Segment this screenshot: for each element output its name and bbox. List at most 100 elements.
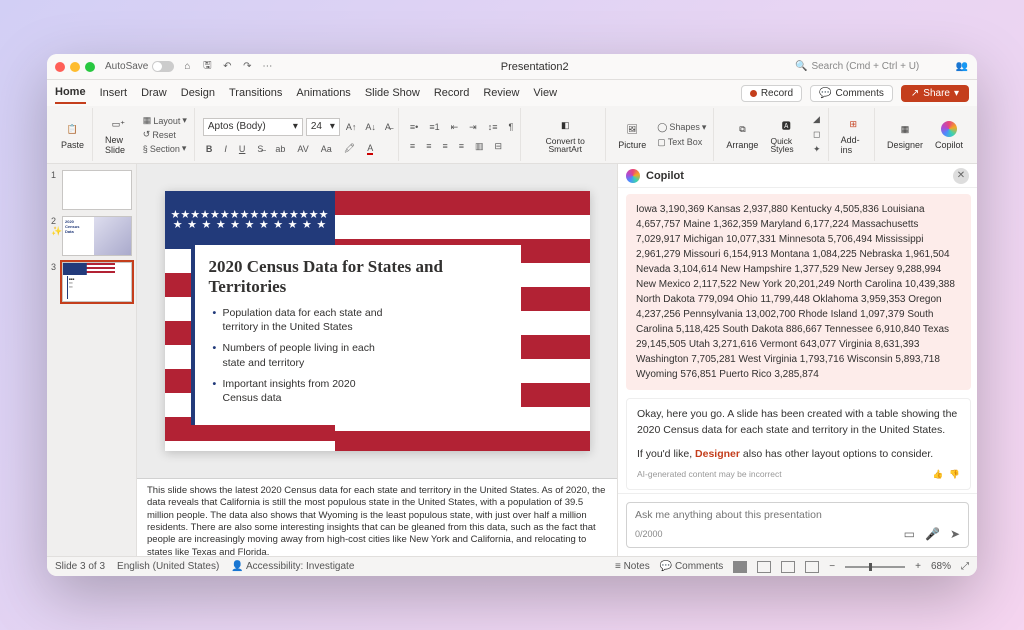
- speaker-notes[interactable]: This slide shows the latest 2020 Census …: [137, 478, 617, 556]
- font-size-select[interactable]: 24▾: [306, 118, 340, 136]
- slideshow-view-icon[interactable]: [805, 561, 819, 573]
- highlight-icon[interactable]: 🖍: [341, 142, 358, 155]
- picture-button[interactable]: 🖼Picture: [614, 117, 650, 152]
- save-icon[interactable]: 🖫: [200, 60, 214, 74]
- addins-button[interactable]: ⊞Add-ins: [837, 112, 870, 157]
- mic-icon[interactable]: 🎤: [925, 527, 940, 541]
- paste-button[interactable]: 📋 Paste: [57, 117, 88, 152]
- underline-icon[interactable]: U: [236, 143, 249, 155]
- case-icon[interactable]: Aa: [318, 143, 335, 155]
- columns-icon[interactable]: ▥: [472, 140, 487, 153]
- italic-icon[interactable]: I: [221, 143, 230, 155]
- align-text-icon[interactable]: ⊟: [492, 140, 506, 153]
- numbering-icon[interactable]: ≡1: [426, 121, 442, 133]
- justify-icon[interactable]: ≡: [456, 140, 467, 152]
- sorter-view-icon[interactable]: [757, 561, 771, 573]
- copilot-ribbon-button[interactable]: Copilot: [931, 117, 967, 152]
- section-button[interactable]: § Section ▾: [140, 142, 190, 155]
- slide-content-box[interactable]: 2020 Census Data for States and Territor…: [191, 245, 521, 425]
- font-color-icon[interactable]: A: [364, 142, 376, 156]
- arrange-button[interactable]: ⧉Arrange: [722, 117, 762, 152]
- home-icon[interactable]: ⌂: [180, 60, 194, 74]
- decrease-font-icon[interactable]: A↓: [362, 121, 379, 133]
- slide-canvas[interactable]: ★★★★★★★★★ ★★★★★★★★★ ★★★★★★★★★ 2020 Censu…: [165, 191, 590, 451]
- tab-slideshow[interactable]: Slide Show: [365, 83, 420, 103]
- convert-smartart-button[interactable]: ◧ Convert to SmartArt: [529, 114, 601, 156]
- shadow-icon[interactable]: ab: [272, 143, 288, 155]
- tab-review[interactable]: Review: [483, 83, 519, 103]
- send-icon[interactable]: ➤: [950, 527, 960, 541]
- layout-button[interactable]: ▦ Layout ▾: [140, 114, 190, 127]
- tab-draw[interactable]: Draw: [141, 83, 167, 103]
- textbox-button[interactable]: ▢ Text Box: [654, 136, 709, 149]
- shape-fill-icon[interactable]: ◢: [810, 113, 824, 126]
- share-tray-icon[interactable]: 👥: [955, 60, 969, 74]
- tab-view[interactable]: View: [533, 83, 557, 103]
- align-left-icon[interactable]: ≡: [407, 140, 418, 152]
- indent-left-icon[interactable]: ⇤: [448, 121, 462, 134]
- shape-outline-icon[interactable]: ◻: [810, 128, 824, 141]
- toggle-icon[interactable]: [152, 61, 174, 72]
- comments-toggle[interactable]: 💬 Comments: [660, 561, 724, 572]
- share-button[interactable]: ↗Share ▾: [901, 85, 969, 102]
- strike-icon[interactable]: S̶: [254, 143, 266, 155]
- reading-view-icon[interactable]: [781, 561, 795, 573]
- char-counter: 0/2000: [635, 529, 663, 539]
- search-box[interactable]: 🔍 Search (Cmd + Ctrl + U): [795, 61, 955, 72]
- redo-icon[interactable]: ↷: [240, 60, 254, 74]
- comments-button[interactable]: 💬Comments: [810, 85, 893, 102]
- thumbnail-2[interactable]: 2020CensusData: [62, 216, 132, 256]
- close-pane-icon[interactable]: ✕: [953, 168, 969, 184]
- clear-format-icon[interactable]: A̶: [382, 121, 394, 133]
- record-button[interactable]: Record: [741, 85, 802, 102]
- thumbnail-1[interactable]: [62, 170, 132, 210]
- shape-effects-icon[interactable]: ✦: [810, 143, 824, 156]
- autosave-toggle[interactable]: AutoSave: [105, 61, 174, 72]
- tab-design[interactable]: Design: [181, 83, 215, 103]
- undo-icon[interactable]: ↶: [220, 60, 234, 74]
- align-center-icon[interactable]: ≡: [423, 140, 434, 152]
- tab-record[interactable]: Record: [434, 83, 469, 103]
- zoom-level[interactable]: 68%: [931, 561, 951, 572]
- fit-window-icon[interactable]: ⤢: [961, 561, 969, 572]
- align-right-icon[interactable]: ≡: [439, 140, 450, 152]
- accessibility-status[interactable]: 👤 Accessibility: Investigate: [231, 561, 354, 572]
- notes-toggle[interactable]: ≡ Notes: [615, 561, 650, 572]
- shapes-button[interactable]: ◯ Shapes ▾: [654, 121, 709, 134]
- indent-right-icon[interactable]: ⇥: [466, 121, 480, 134]
- copilot-input[interactable]: 0/2000 ▭ 🎤 ➤: [626, 502, 969, 548]
- tab-transitions[interactable]: Transitions: [229, 83, 282, 103]
- designer-link[interactable]: Designer: [695, 448, 740, 460]
- tab-home[interactable]: Home: [55, 82, 86, 104]
- thumbs-up-icon[interactable]: 👍: [933, 468, 944, 481]
- font-name-select[interactable]: Aptos (Body)▾: [203, 118, 303, 136]
- close-window-icon[interactable]: [55, 62, 65, 72]
- more-icon[interactable]: ⋯: [260, 60, 274, 74]
- bullets-icon[interactable]: ≡•: [407, 121, 421, 133]
- zoom-out-icon[interactable]: −: [829, 561, 835, 572]
- minimize-window-icon[interactable]: [70, 62, 80, 72]
- thumbs-down-icon[interactable]: 👎: [949, 468, 960, 481]
- spacing-icon[interactable]: AV: [294, 143, 311, 155]
- zoom-slider[interactable]: [845, 566, 905, 568]
- thumbnail-3[interactable]: ■■■━━━━: [62, 262, 132, 302]
- normal-view-icon[interactable]: [733, 561, 747, 573]
- slide-canvas-area: ★★★★★★★★★ ★★★★★★★★★ ★★★★★★★★★ 2020 Censu…: [137, 164, 617, 478]
- reset-button[interactable]: ↺ Reset: [140, 128, 190, 141]
- copilot-textbox[interactable]: [635, 509, 960, 521]
- quick-styles-button[interactable]: 🅰Quick Styles: [766, 114, 806, 156]
- attach-icon[interactable]: ▭: [904, 527, 915, 541]
- tab-insert[interactable]: Insert: [100, 83, 128, 103]
- tab-animations[interactable]: Animations: [296, 83, 350, 103]
- slide-counter[interactable]: Slide 3 of 3: [55, 561, 105, 572]
- ai-disclaimer: AI-generated content may be incorrect: [637, 468, 782, 481]
- zoom-in-icon[interactable]: +: [915, 561, 921, 572]
- new-slide-button[interactable]: ▭⁺ New Slide: [101, 112, 136, 157]
- increase-font-icon[interactable]: A↑: [343, 121, 360, 133]
- line-spacing-icon[interactable]: ↕≡: [485, 121, 501, 133]
- language-status[interactable]: English (United States): [117, 561, 219, 572]
- text-direction-icon[interactable]: ¶: [505, 121, 516, 133]
- designer-button[interactable]: ▦Designer: [883, 117, 927, 152]
- maximize-window-icon[interactable]: [85, 62, 95, 72]
- bold-icon[interactable]: B: [203, 143, 216, 155]
